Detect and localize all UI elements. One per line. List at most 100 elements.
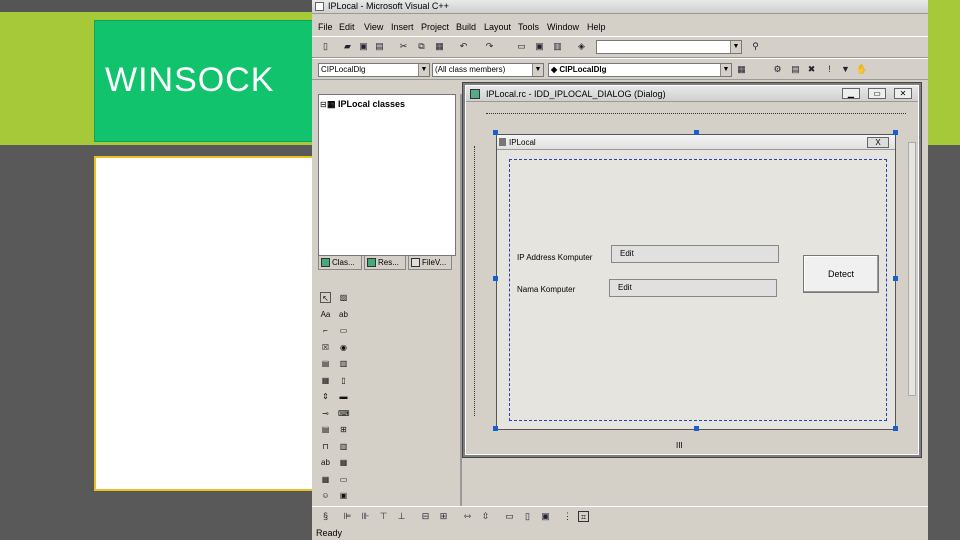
tab-resourceview[interactable]: Res...: [364, 256, 406, 270]
resize-handle[interactable]: [694, 130, 699, 135]
pointer-icon[interactable]: ↖: [320, 292, 331, 303]
menu-view[interactable]: View: [364, 22, 383, 32]
tree-expand-icon[interactable]: ⊟: [320, 100, 327, 109]
output-icon[interactable]: ▣: [534, 41, 545, 52]
tab-control-icon[interactable]: ⊓: [320, 441, 331, 452]
hscroll-icon[interactable]: ▦: [320, 375, 331, 386]
custom-control-icon[interactable]: ☺: [320, 490, 331, 501]
list-box-icon[interactable]: ▥: [338, 358, 349, 369]
align-left-icon[interactable]: ⊫: [342, 511, 353, 522]
resize-handle[interactable]: [893, 426, 898, 431]
dialog-close-button[interactable]: X: [867, 137, 889, 148]
workspace-icon[interactable]: ▭: [516, 41, 527, 52]
menu-insert[interactable]: Insert: [391, 22, 414, 32]
button-icon[interactable]: ▭: [338, 325, 349, 336]
label-computer-name[interactable]: Nama Komputer: [517, 285, 575, 294]
align-top-icon[interactable]: ⊤: [378, 511, 389, 522]
tree-control-icon[interactable]: ⊞: [338, 424, 349, 435]
group-box-icon[interactable]: ⌐: [320, 325, 331, 336]
menu-window[interactable]: Window: [547, 22, 579, 32]
undo-icon[interactable]: ↶: [458, 41, 469, 52]
save-icon[interactable]: ▣: [358, 41, 369, 52]
resize-handle[interactable]: [893, 276, 898, 281]
menu-tools[interactable]: Tools: [518, 22, 539, 32]
resize-handle[interactable]: [493, 276, 498, 281]
hotkey-icon[interactable]: ⌨: [338, 408, 350, 419]
same-height-icon[interactable]: ▯: [522, 511, 533, 522]
go-icon[interactable]: ▼: [840, 64, 851, 75]
open-folder-icon[interactable]: ▰: [342, 41, 353, 52]
maximize-icon[interactable]: ▭: [868, 88, 886, 99]
vertical-scrollbar[interactable]: [908, 142, 916, 396]
menu-help[interactable]: Help: [587, 22, 606, 32]
chevron-down-icon[interactable]: ▼: [418, 64, 429, 76]
label-ip-address[interactable]: IP Address Komputer: [517, 253, 592, 262]
static-text-icon[interactable]: Aa: [320, 309, 331, 320]
menu-build[interactable]: Build: [456, 22, 476, 32]
copy-icon[interactable]: ⧉: [416, 41, 427, 52]
resize-handle[interactable]: [493, 130, 498, 135]
find-combo[interactable]: ▼: [596, 40, 742, 54]
compile-icon[interactable]: ⚙: [772, 64, 783, 75]
tab-classview[interactable]: Clas...: [318, 256, 362, 270]
menu-file[interactable]: File: [318, 22, 333, 32]
rich-edit-icon[interactable]: ab: [320, 457, 331, 468]
scroll-grip[interactable]: III: [676, 441, 683, 450]
stop-build-icon[interactable]: ✖: [806, 64, 817, 75]
center-vertical-icon[interactable]: ⊟: [420, 511, 431, 522]
save-all-icon[interactable]: ▤: [374, 41, 385, 52]
toggle-grid-icon[interactable]: ⋮: [562, 511, 573, 522]
align-bottom-icon[interactable]: ⊥: [396, 511, 407, 522]
vscroll-icon[interactable]: ▯: [338, 375, 349, 386]
edit-ip-address[interactable]: Edit: [611, 245, 779, 263]
redo-icon[interactable]: ↷: [484, 41, 495, 52]
ip-address-icon[interactable]: ▭: [338, 474, 349, 485]
space-down-icon[interactable]: ⇳: [480, 511, 491, 522]
chevron-down-icon[interactable]: ▼: [532, 64, 543, 76]
resize-handle[interactable]: [493, 426, 498, 431]
vertical-guide-ruler[interactable]: [474, 146, 478, 416]
class-combo[interactable]: CIPLocalDlg ▼: [318, 63, 430, 77]
breakpoint-icon[interactable]: ✋: [856, 64, 867, 75]
method-combo[interactable]: ◆ CIPLocalDlg ▼: [548, 63, 732, 77]
slider-icon[interactable]: ⊸: [320, 408, 331, 419]
find-in-files-icon[interactable]: ◈: [576, 41, 587, 52]
menu-edit[interactable]: Edit: [339, 22, 355, 32]
edit-box-icon[interactable]: ab: [338, 309, 349, 320]
wizard-action-icon[interactable]: ▦: [736, 64, 747, 75]
test-dialog-icon[interactable]: §: [320, 511, 331, 522]
resize-handle[interactable]: [893, 130, 898, 135]
resize-handle[interactable]: [694, 426, 699, 431]
checkbox-icon[interactable]: ☒: [320, 342, 331, 353]
date-picker-icon[interactable]: ▦: [338, 457, 349, 468]
list-control-icon[interactable]: ▤: [320, 424, 331, 435]
tab-fileview[interactable]: FileV...: [408, 256, 452, 270]
new-file-icon[interactable]: ▯: [320, 41, 331, 52]
tree-root[interactable]: IPLocal classes: [338, 99, 405, 109]
dialog-preview[interactable]: IPLocal X IP Address Komputer Nama Kompu…: [496, 134, 896, 430]
menu-layout[interactable]: Layout: [484, 22, 511, 32]
combo-box-icon[interactable]: ▤: [320, 358, 331, 369]
center-horizontal-icon[interactable]: ⊞: [438, 511, 449, 522]
detect-button[interactable]: Detect: [803, 255, 879, 293]
cut-icon[interactable]: ✂: [398, 41, 409, 52]
picture-icon[interactable]: ▨: [338, 292, 349, 303]
find-icon[interactable]: ⚲: [750, 41, 761, 52]
chevron-down-icon[interactable]: ▼: [730, 41, 741, 53]
execute-icon[interactable]: !: [824, 64, 835, 75]
extended-combo-icon[interactable]: ▣: [338, 490, 349, 501]
chevron-down-icon[interactable]: ▼: [720, 64, 731, 76]
build-icon[interactable]: ▤: [790, 64, 801, 75]
edit-computer-name[interactable]: Edit: [609, 279, 777, 297]
animate-icon[interactable]: ▥: [338, 441, 349, 452]
paste-icon[interactable]: ▦: [434, 41, 445, 52]
toggle-guides-icon[interactable]: ⌗: [578, 511, 589, 522]
close-icon[interactable]: ✕: [894, 88, 912, 99]
radio-icon[interactable]: ◉: [338, 342, 349, 353]
space-across-icon[interactable]: ⇿: [462, 511, 473, 522]
horizontal-guide-ruler[interactable]: [486, 113, 906, 117]
members-combo[interactable]: (All class members) ▼: [432, 63, 544, 77]
minimize-icon[interactable]: ▁: [842, 88, 860, 99]
spin-icon[interactable]: ⇕: [320, 391, 331, 402]
same-width-icon[interactable]: ▭: [504, 511, 515, 522]
